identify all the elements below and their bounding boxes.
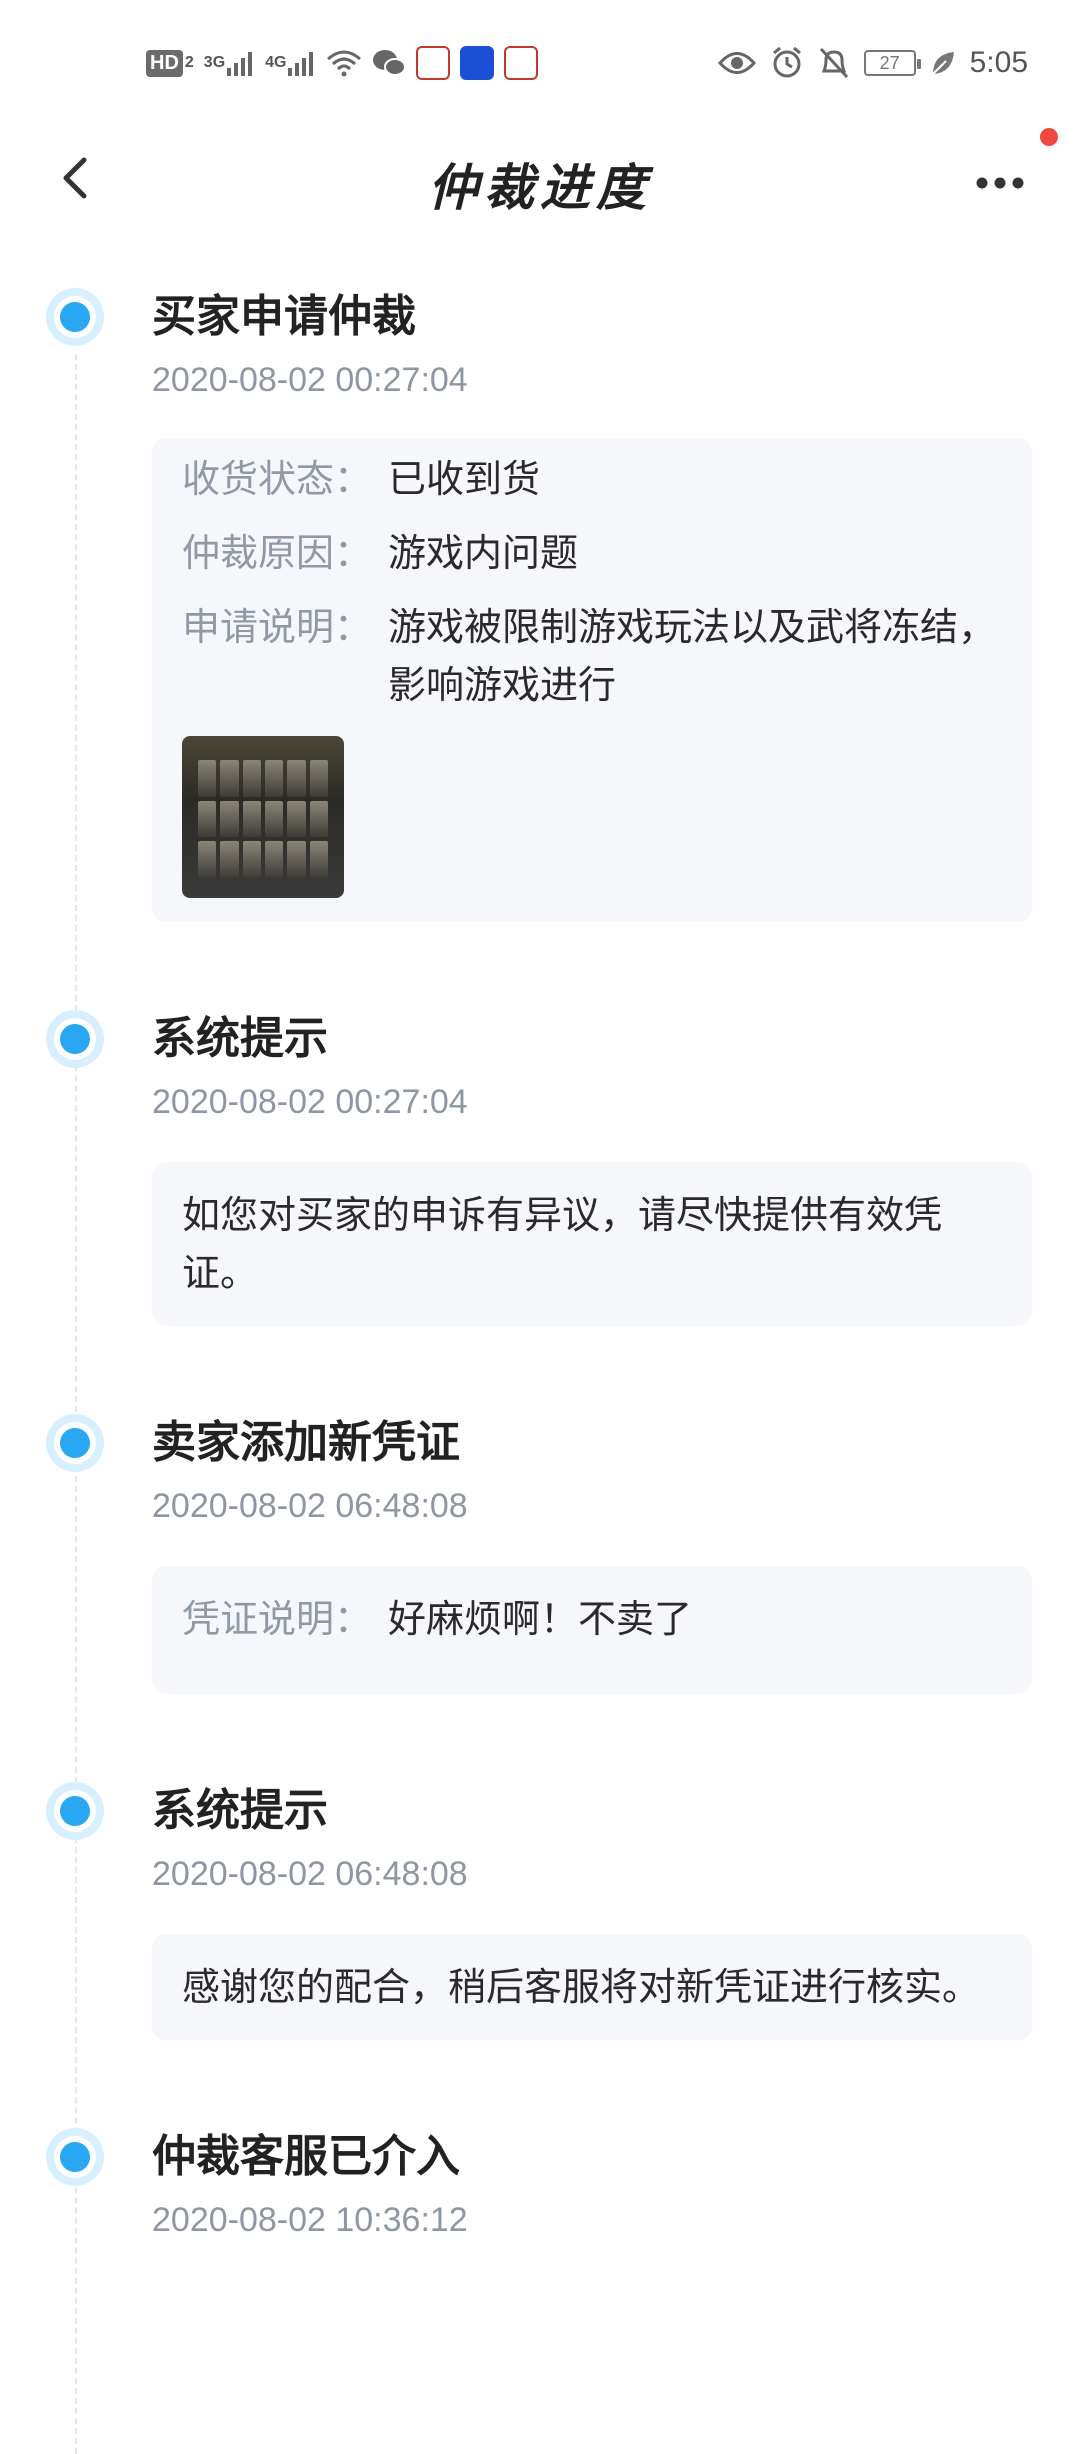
event-timestamp: 2020-08-02 06:48:08: [152, 1855, 468, 1893]
event-detail-card: 凭证说明： 好麻烦啊！不卖了: [152, 1566, 1032, 1694]
event-title: 系统提示: [152, 1013, 328, 1064]
clock: 5:05: [969, 46, 1028, 79]
event-title: 卖家添加新凭证: [152, 1417, 460, 1468]
field-value: 已收到货: [388, 457, 541, 501]
navigation-bar: 仲裁进度: [0, 130, 1080, 230]
field-value: 游戏内问题: [388, 531, 579, 575]
evidence-image-thumbnail[interactable]: [182, 736, 344, 898]
app-notification-icon: [460, 46, 495, 80]
event-timestamp: 2020-08-02 06:48:08: [152, 1487, 468, 1525]
detail-row: 收货状态： 已收到货: [182, 450, 1002, 508]
event-timestamp: 2020-08-02 10:36:12: [152, 2201, 468, 2239]
detail-row: 凭证说明： 好麻烦啊！不卖了: [182, 1590, 1002, 1648]
event-detail-card: 如您对买家的申诉有异议，请尽快提供有效凭证。: [152, 1162, 1032, 1326]
detail-row: 申请说明： 游戏被限制游戏玩法以及武将冻结，影响游戏进行: [182, 598, 1002, 714]
notification-dot: [1040, 128, 1058, 146]
app-notification-icon: [504, 46, 539, 80]
leaf-icon: [931, 52, 954, 75]
timeline-item: 卖家添加新凭证 2020-08-02 06:48:08 凭证说明： 好麻烦啊！不…: [0, 1396, 1080, 1694]
eye-icon: [717, 52, 756, 74]
timeline-dot-icon: [46, 2128, 104, 2186]
event-detail-card: 收货状态： 已收到货 仲裁原因： 游戏内问题 申请说明： 游戏被限制游戏玩法以及…: [152, 438, 1032, 922]
timeline-dot-icon: [46, 288, 104, 346]
mute-bell-icon: [819, 47, 848, 79]
event-title: 买家申请仲裁: [152, 291, 416, 342]
field-label: 申请说明：: [182, 605, 373, 649]
field-label: 凭证说明：: [182, 1597, 373, 1641]
timeline-item: 仲裁客服已介入 2020-08-02 10:36:12: [0, 2110, 1080, 2242]
system-message: 感谢您的配合，稍后客服将对新凭证进行核实。: [182, 1965, 981, 2009]
status-right: 27 5:05: [717, 46, 1028, 80]
more-menu-button[interactable]: [970, 158, 1030, 208]
timeline-dot-icon: [46, 1782, 104, 1840]
timeline-item: 买家申请仲裁 2020-08-02 00:27:04 收货状态： 已收到货 仲裁…: [0, 270, 1080, 922]
status-bar: HD 2 3G 4G 27 5:05: [0, 0, 1080, 130]
field-label: 收货状态：: [182, 457, 373, 501]
field-label: 仲裁原因：: [182, 531, 373, 575]
event-title: 系统提示: [152, 1785, 328, 1836]
app-notification-icon: [416, 46, 451, 80]
detail-row: 仲裁原因： 游戏内问题: [182, 524, 1002, 582]
alarm-icon: [772, 46, 801, 78]
event-timestamp: 2020-08-02 00:27:04: [152, 361, 468, 399]
status-left: HD 2 3G 4G: [146, 46, 539, 80]
event-title: 仲裁客服已介入: [152, 2131, 460, 2182]
timeline-item: 系统提示 2020-08-02 06:48:08 感谢您的配合，稍后客服将对新凭…: [0, 1764, 1080, 2040]
event-detail-card: 感谢您的配合，稍后客服将对新凭证进行核实。: [152, 1934, 1032, 2040]
wifi-icon: [327, 50, 362, 77]
signal-3g-icon: 3G: [204, 50, 255, 76]
battery-indicator: 27: [863, 50, 921, 76]
timeline-dot-icon: [46, 1414, 104, 1472]
more-dots-icon: [976, 177, 1024, 189]
system-message: 如您对买家的申诉有异议，请尽快提供有效凭证。: [182, 1193, 943, 1295]
signal-4g-icon: 4G: [265, 50, 316, 76]
arbitration-timeline: 买家申请仲裁 2020-08-02 00:27:04 收货状态： 已收到货 仲裁…: [0, 270, 1080, 2454]
field-value: 好麻烦啊！不卖了: [388, 1597, 693, 1641]
wechat-icon: [373, 50, 407, 76]
page-title: 仲裁进度: [428, 158, 652, 217]
field-value: 游戏被限制游戏玩法以及武将冻结，影响游戏进行: [388, 605, 997, 707]
event-timestamp: 2020-08-02 00:27:04: [152, 1083, 468, 1121]
timeline-item: 系统提示 2020-08-02 00:27:04 如您对买家的申诉有异议，请尽快…: [0, 992, 1080, 1326]
timeline-dot-icon: [46, 1010, 104, 1068]
hd-indicator: HD 2: [146, 49, 194, 77]
